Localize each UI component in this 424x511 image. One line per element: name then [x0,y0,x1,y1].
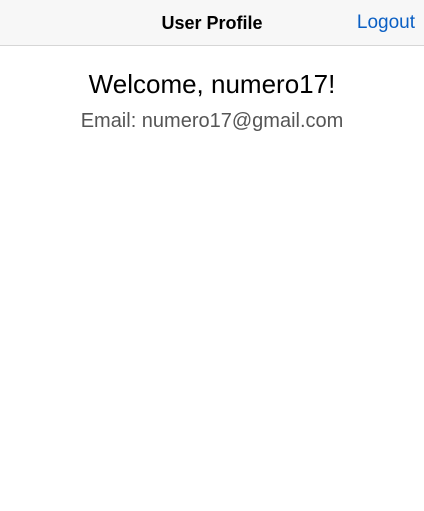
logout-button[interactable]: Logout [357,12,415,34]
email-text: Email: numero17@gmail.com [80,110,344,132]
welcome-heading: Welcome, numero17! [88,69,336,99]
profile-content: Welcome, numero17! Email: numero17@gmail… [0,68,424,133]
top-nav-bar: User Profile Logout [0,0,424,46]
